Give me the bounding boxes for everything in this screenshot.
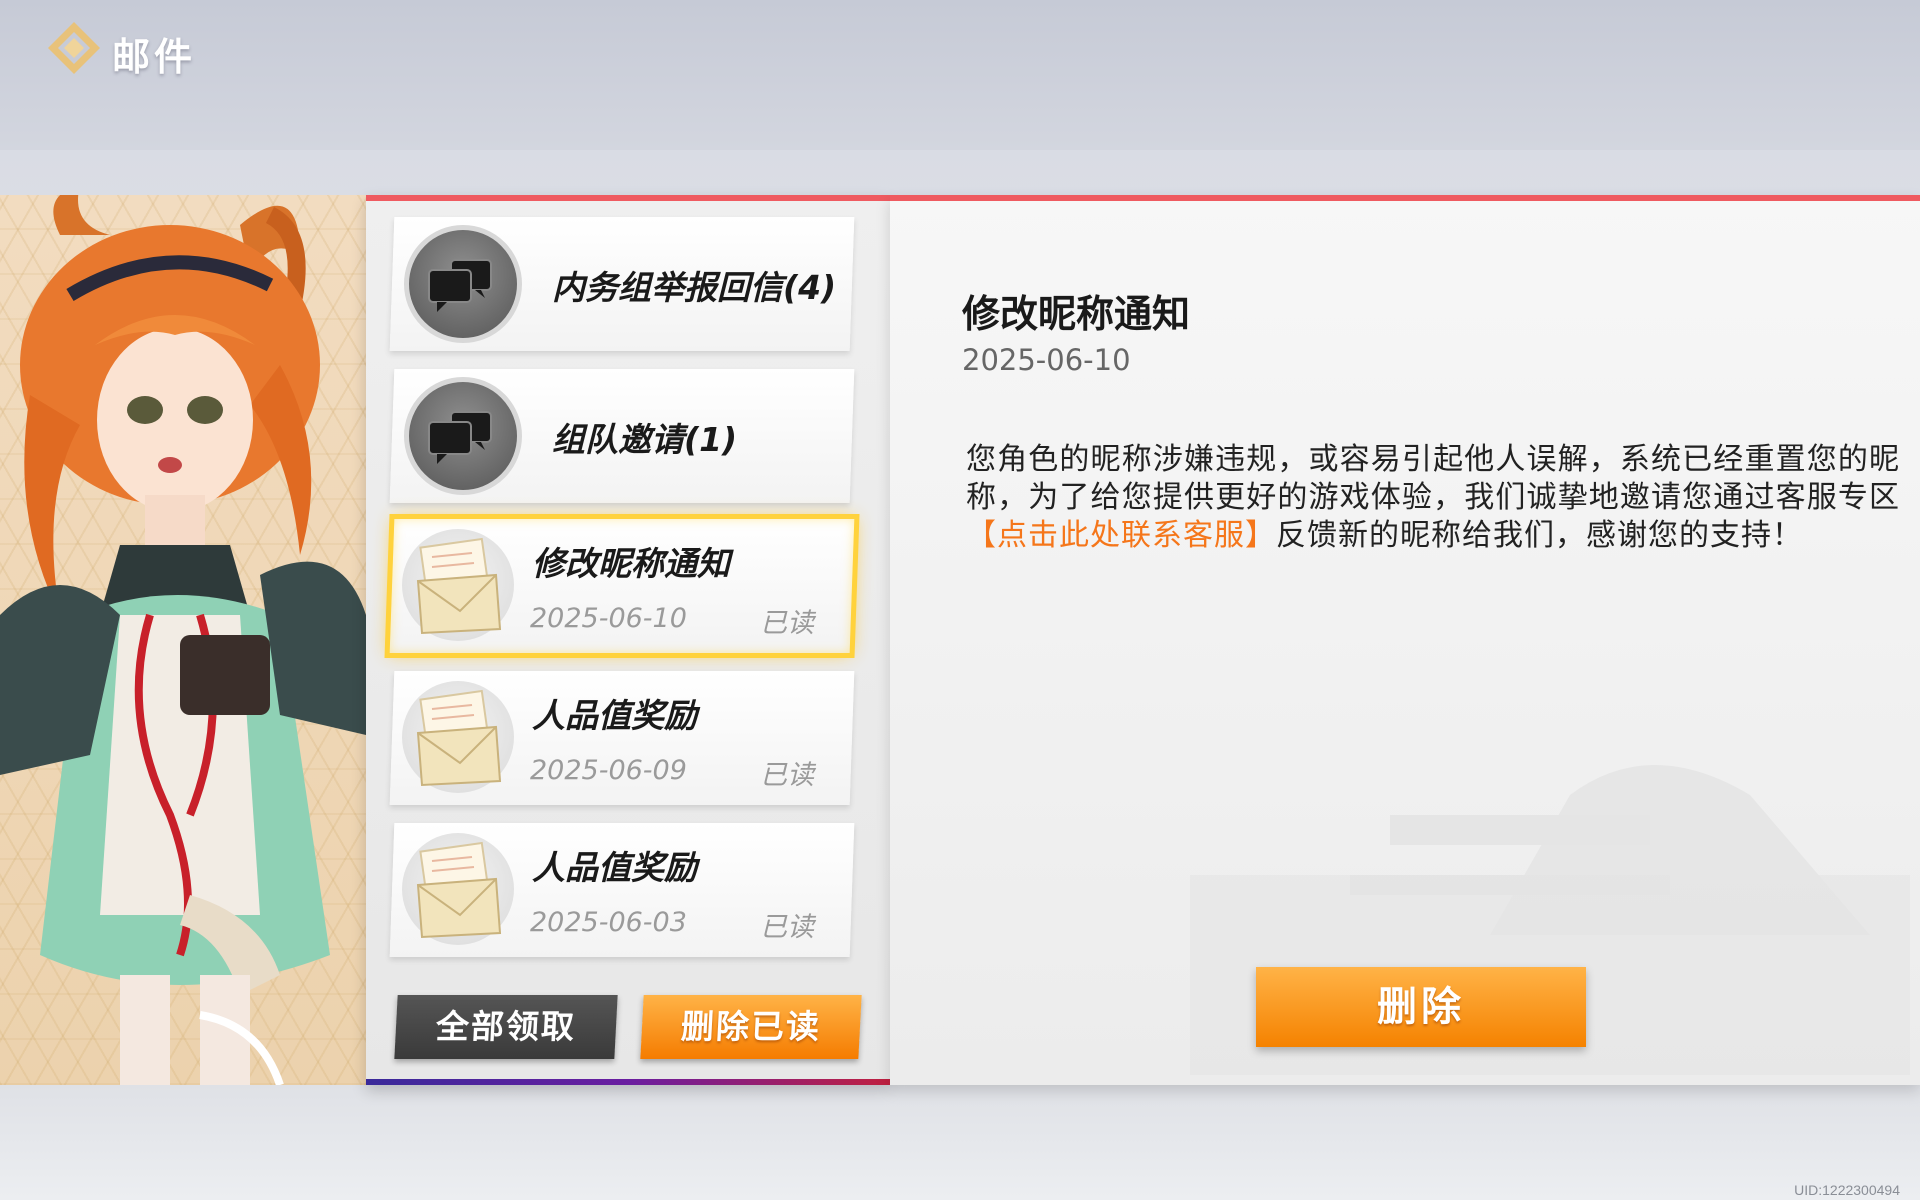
character-portrait: [0, 195, 366, 1085]
mail-date: 2025-06-10: [530, 603, 687, 634]
chat-bubbles-icon: [404, 225, 522, 343]
character-illustration: [0, 195, 366, 1085]
user-id-label: UID:1222300494: [1794, 1182, 1900, 1198]
envelope-icon: [402, 529, 514, 641]
mail-item-karma-reward[interactable]: 人品值奖励 2025-06-09 已读: [389, 671, 855, 805]
mail-detail-body: 您角色的昵称涉嫌违规，或容易引起他人误解，系统已经重置您的昵称，为了给您提供更好…: [966, 441, 1900, 555]
contact-support-link[interactable]: 【点击此处联系客服】: [966, 518, 1276, 553]
envelope-icon: [402, 833, 514, 945]
panel-accent-line: [890, 195, 1920, 201]
mail-item-nickname-notice[interactable]: 修改昵称通知 2025-06-10 已读: [384, 514, 860, 658]
mail-date: 2025-06-09: [530, 755, 687, 786]
delete-mail-button[interactable]: 删除: [1256, 967, 1586, 1047]
diamond-logo-icon: [48, 22, 100, 74]
body-text: 反馈新的昵称给我们，感谢您的支持！: [1276, 518, 1803, 553]
mail-title: 人品值奖励: [532, 696, 697, 735]
mail-detail-panel: 修改昵称通知 2025-06-10 您角色的昵称涉嫌违规，或容易引起他人误解，系…: [890, 195, 1920, 1085]
mail-title: 修改昵称通知: [532, 544, 730, 583]
mail-date: 2025-06-03: [530, 907, 687, 938]
mail-item-karma-reward[interactable]: 人品值奖励 2025-06-03 已读: [389, 823, 855, 957]
mail-item-team-invite[interactable]: 组队邀请(1): [389, 369, 855, 503]
mail-title: 组队邀请(1): [552, 420, 738, 459]
mail-item-group-report[interactable]: 内务组举报回信(4): [389, 217, 855, 351]
mail-read-status: 已读: [760, 608, 814, 639]
chat-bubbles-icon: [404, 377, 522, 495]
mail-list-panel: 内务组举报回信(4) 组队邀请(1) 修改昵称通知 2025-06-10 已读 …: [366, 195, 890, 1085]
mail-read-status: 已读: [760, 912, 814, 943]
mail-read-status: 已读: [760, 760, 814, 791]
envelope-icon: [402, 681, 514, 793]
page-title: 邮件: [112, 35, 197, 79]
mail-detail-date: 2025-06-10: [962, 343, 1131, 377]
body-text: 您角色的昵称涉嫌违规，或容易引起他人误解，系统已经重置您的昵称，为了给您提供更好…: [966, 442, 1900, 515]
floor-background: [0, 1085, 1920, 1200]
mail-title: 内务组举报回信(4): [552, 268, 837, 307]
collect-all-button[interactable]: 全部领取: [394, 995, 618, 1059]
panel-bottom-line: [366, 1079, 890, 1085]
panel-accent-line: [366, 195, 890, 201]
delete-read-button[interactable]: 删除已读: [640, 995, 862, 1059]
mail-title: 人品值奖励: [532, 848, 697, 887]
top-bar: 邮件: [0, 0, 1920, 150]
mail-detail-title: 修改昵称通知: [962, 292, 1191, 336]
